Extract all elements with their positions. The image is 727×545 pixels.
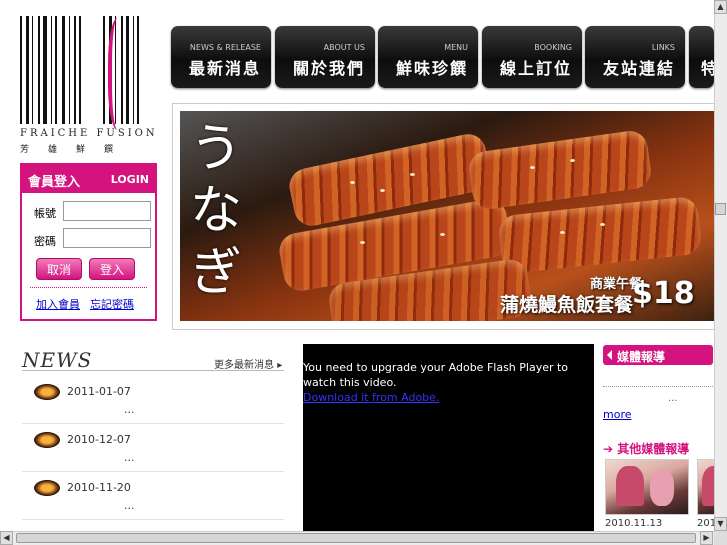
- nav-tab-links[interactable]: LINKS 友站連結: [585, 26, 685, 88]
- nav-tab-zh-label: 鮮味珍饌: [395, 59, 468, 78]
- nav-tab-about[interactable]: ABOUT US 關於我們: [275, 26, 375, 88]
- forgot-password-link[interactable]: 忘記密碼: [90, 296, 134, 312]
- food-bowl-icon: [34, 432, 60, 448]
- logo-brand-text: FRAICHE FUSION: [20, 128, 158, 139]
- nav-tab-menu[interactable]: MENU 鮮味珍饌: [378, 26, 478, 88]
- brand-logo[interactable]: FRAICHE FUSION 芳雄鮮饌: [20, 16, 160, 155]
- flash-video-placeholder: You need to upgrade your Adobe Flash Pla…: [303, 344, 594, 544]
- news-section-title: NEWS: [22, 348, 93, 372]
- scroll-left-icon[interactable]: ◀: [0, 531, 13, 545]
- banner-kana-text: うなぎ: [190, 119, 243, 303]
- logo-wave-graphic: [108, 18, 132, 130]
- news-text: ...: [124, 451, 135, 464]
- flash-upgrade-message: You need to upgrade your Adobe Flash Pla…: [303, 361, 569, 389]
- other-media-label: 其他媒體報導: [617, 442, 690, 456]
- media-ellipsis: ...: [668, 393, 678, 404]
- nav-tab-zh-label: 最新消息: [188, 59, 261, 78]
- username-input[interactable]: [63, 201, 151, 221]
- food-bowl-icon: [34, 384, 60, 400]
- nav-tab-booking[interactable]: BOOKING 線上訂位: [482, 26, 582, 88]
- password-input[interactable]: [63, 228, 151, 248]
- flash-download-link[interactable]: Download it from Adobe.: [303, 391, 439, 404]
- arrow-right-icon: ➔: [603, 442, 614, 456]
- nav-tab-en-label: ABOUT US: [323, 43, 365, 52]
- login-button[interactable]: 登入: [89, 258, 135, 280]
- password-label: 密碼: [34, 235, 56, 248]
- login-title-en: LOGIN: [110, 173, 149, 186]
- news-item[interactable]: 2011-01-07 ...: [22, 376, 284, 424]
- horizontal-scroll-thumb[interactable]: [16, 533, 696, 543]
- nav-tab-special[interactable]: 特: [689, 26, 714, 88]
- news-text: ...: [124, 499, 135, 512]
- nav-tab-en-label: MENU: [444, 43, 468, 52]
- login-header: 會員登入 LOGIN: [22, 165, 155, 193]
- news-date: 2010-12-07: [67, 433, 131, 446]
- scrollbar-corner: [714, 531, 727, 545]
- nav-tab-zh-label: 關於我們: [292, 59, 365, 78]
- news-divider: [22, 370, 284, 371]
- nav-tab-zh-label: 特: [701, 59, 714, 78]
- news-more-link[interactable]: 更多最新消息 ▸: [214, 356, 282, 371]
- nav-tab-zh-label: 友站連結: [602, 59, 675, 78]
- scroll-down-icon[interactable]: ▼: [714, 517, 727, 531]
- food-bowl-icon: [34, 480, 60, 496]
- login-title-zh: 會員登入: [28, 175, 81, 190]
- media-divider: [603, 386, 713, 387]
- barcode-graphic: [20, 16, 160, 124]
- news-item[interactable]: 2010-12-07 ...: [22, 424, 284, 472]
- nav-tab-en-label: NEWS & RELEASE: [189, 43, 261, 52]
- thumbnail-date: 2010.11.13: [605, 518, 663, 529]
- username-label: 帳號: [34, 207, 56, 220]
- register-link[interactable]: 加入會員: [36, 296, 80, 312]
- login-divider: [30, 287, 147, 288]
- cancel-button[interactable]: 取消: [36, 258, 82, 280]
- nav-tab-news[interactable]: NEWS & RELEASE 最新消息: [171, 26, 271, 88]
- nav-tab-en-label: BOOKING: [534, 43, 572, 52]
- banner-promo-line2: 蒲燒鰻魚飯套餐: [500, 294, 634, 316]
- logo-sub-text: 芳雄鮮饌: [20, 145, 133, 155]
- nav-tab-zh-label: 線上訂位: [499, 59, 572, 78]
- vertical-scrollbar[interactable]: [714, 0, 727, 531]
- login-panel: 會員登入 LOGIN 帳號 密碼 取消 登入 加入會員 忘記密碼: [20, 163, 157, 321]
- other-media-title: ➔ 其他媒體報導: [603, 440, 689, 457]
- media-section-title: 媒體報導: [603, 345, 713, 365]
- media-more-link[interactable]: more: [603, 408, 632, 421]
- news-date: 2010-11-20: [67, 481, 131, 494]
- banner-promo-price: $18: [632, 276, 695, 311]
- nav-tab-en-label: LINKS: [651, 43, 675, 52]
- scroll-right-icon[interactable]: ▶: [700, 531, 713, 545]
- news-text: ...: [124, 403, 135, 416]
- news-date: 2011-01-07: [67, 385, 131, 398]
- news-item[interactable]: 2010-11-20 ...: [22, 472, 284, 520]
- scroll-up-icon[interactable]: ▲: [714, 0, 727, 14]
- vertical-scroll-thumb[interactable]: [715, 203, 726, 215]
- media-thumbnail[interactable]: [605, 459, 689, 515]
